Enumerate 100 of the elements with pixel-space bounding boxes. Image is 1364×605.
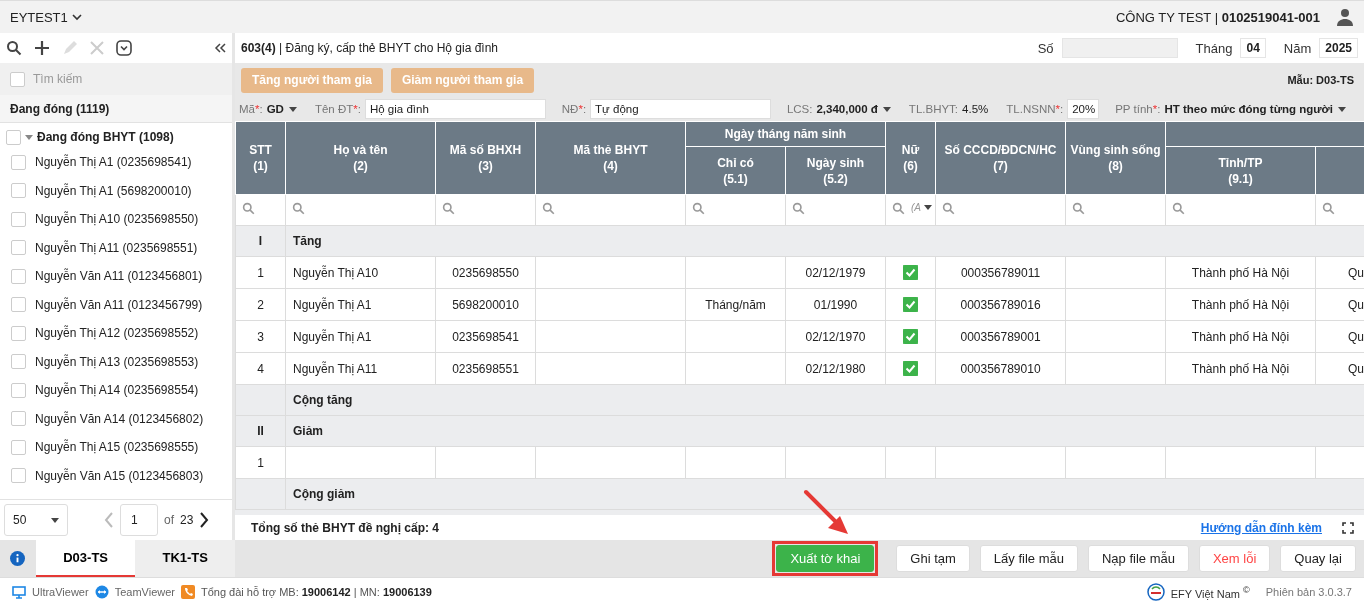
period-field[interactable]: 04 [1240, 38, 1266, 58]
page-count: 23 [180, 513, 194, 527]
caret-icon [51, 517, 59, 523]
checkbox[interactable] [11, 154, 26, 170]
chevron-icon [71, 13, 82, 21]
search-icon[interactable] [6, 40, 22, 56]
section-title: Tăng [293, 234, 322, 248]
tab[interactable]: D03-TS [35, 540, 136, 577]
checkbox[interactable] [903, 329, 918, 345]
logo-icon [1146, 583, 1165, 601]
checkbox[interactable] [11, 468, 26, 484]
column-header: Mã thẻ BHYT (4) [573, 143, 648, 173]
table-cell: 02/12/1980 [805, 361, 866, 376]
table-cell: 1 [257, 455, 264, 470]
form-title: 603(4) | Đăng ký, cấp thẻ BHYT cho Hộ gia đình [241, 41, 500, 55]
param-field[interactable]: 20% [1067, 99, 1100, 119]
checkbox[interactable] [11, 354, 26, 370]
action-button[interactable]: Ghi tạm [896, 545, 970, 572]
caret-icon [288, 106, 297, 112]
help-link[interactable]: Hướng dẫn đính kèm [1200, 520, 1322, 535]
param-label: Mã*: [239, 103, 263, 115]
period-field[interactable]: 2025 [1319, 38, 1358, 58]
tree-item[interactable]: Nguyễn Thị A11 (0235698551) [35, 240, 198, 255]
tree-item[interactable]: Nguyễn Thị A1 (0235698541) [35, 155, 192, 170]
section-number: II [257, 424, 264, 438]
table-cell: 2 [257, 297, 264, 312]
table-cell: Nguyễn Thị A1 [293, 297, 372, 312]
group-title: Đang đóng (1119) [10, 101, 110, 116]
tab[interactable]: TK1-TS [135, 540, 235, 577]
account-menu[interactable]: EYTEST1 [10, 9, 82, 25]
next-icon[interactable] [199, 512, 210, 528]
checkbox[interactable] [11, 411, 26, 427]
tree-item[interactable]: Nguyễn Thị A1 (5698200010) [35, 183, 192, 198]
period-label: Năm [1283, 40, 1312, 56]
collapse-icon[interactable] [214, 43, 226, 53]
table-cell: Nguyễn Thị A1 [293, 329, 372, 344]
table-cell: Thành phố Hà Nội [1191, 265, 1290, 280]
checkbox[interactable] [11, 297, 26, 313]
monitor-icon[interactable] [12, 585, 26, 599]
tool-link[interactable]: TeamViewer [114, 586, 175, 598]
checkbox[interactable] [11, 268, 26, 284]
param-field[interactable]: Tự động [590, 99, 771, 119]
table-cell: 0235698541 [452, 329, 519, 344]
checkbox[interactable] [903, 361, 918, 377]
number-field[interactable] [1061, 38, 1178, 58]
tree-item[interactable]: Nguyễn Thị A12 (0235698552) [35, 326, 199, 341]
action-button[interactable]: Nạp file mẫu [1087, 545, 1189, 572]
tree-item[interactable]: Nguyễn Văn A11 (0123456799) [35, 297, 203, 312]
param-select[interactable]: GD [266, 103, 297, 115]
info-icon[interactable] [10, 551, 26, 566]
checkbox[interactable] [11, 325, 26, 341]
close-icon[interactable] [90, 41, 104, 55]
arrows-icon[interactable] [94, 585, 109, 599]
page-size-select[interactable]: 50 [4, 504, 68, 536]
total-label: Cộng tăng [293, 393, 353, 407]
checkbox[interactable] [11, 439, 26, 455]
checkbox[interactable] [11, 211, 26, 227]
param-select[interactable]: HT theo mức đóng từng người [1164, 103, 1346, 115]
checkbox[interactable] [11, 382, 26, 398]
tree-item[interactable]: Nguyễn Thị A14 (0235698554) [35, 383, 199, 398]
tree-item[interactable]: Nguyễn Văn A15 (0123456803) [35, 468, 204, 483]
checkbox[interactable] [903, 297, 918, 313]
column-header: Mã số BHXH (3) [449, 143, 522, 173]
tree-item[interactable]: Đang đóng BHYT (1098) [37, 130, 174, 144]
checkbox[interactable] [11, 240, 26, 256]
summary-text: Tổng số thẻ BHYT đề nghị cấp: 4 [251, 520, 439, 535]
tree-item[interactable]: Nguyễn Văn A14 (0123456802) [35, 411, 204, 426]
param-field[interactable]: Hộ gia đình [364, 99, 546, 119]
action-button[interactable]: Quay lại [1280, 545, 1356, 572]
caret-icon [1338, 106, 1346, 112]
tree-item[interactable]: Nguyễn Thị A15 (0235698555) [35, 440, 199, 455]
checkbox[interactable] [903, 265, 918, 281]
checkbox[interactable] [10, 71, 25, 87]
column-group-header: Ngày tháng năm sinh [724, 127, 847, 141]
checkbox[interactable] [11, 183, 26, 199]
add-icon[interactable] [34, 40, 50, 56]
table-cell: Nguyễn Thị A10 [293, 265, 379, 280]
fullscreen-icon[interactable] [1342, 521, 1354, 534]
previous-icon[interactable] [104, 512, 114, 528]
phone-icon [181, 585, 195, 599]
tree-item[interactable]: Nguyễn Thị A13 (0235698553) [35, 354, 199, 369]
user-icon[interactable] [1336, 8, 1354, 26]
param-select[interactable]: 2,340,000 đ [816, 103, 891, 115]
action-button[interactable]: Xem lỗi [1198, 545, 1271, 572]
expand-icon[interactable] [25, 133, 33, 141]
tree-item[interactable]: Nguyễn Văn A11 (0123456801) [35, 269, 203, 284]
page-input[interactable]: 1 [120, 504, 158, 536]
table-cell: 02/12/1979 [805, 265, 866, 280]
checkbox[interactable] [6, 129, 21, 145]
table-cell: 0235698551 [452, 361, 519, 376]
tool-link[interactable]: UltraViewer [32, 586, 89, 598]
table-cell: 4 [257, 361, 264, 376]
page-of-label: of [164, 513, 174, 527]
tree-item[interactable]: Nguyễn Thị A10 (0235698550) [35, 212, 199, 227]
action-button[interactable]: Lấy file mẫu [979, 545, 1078, 572]
dropdown-icon[interactable] [116, 40, 132, 56]
column-header: STT (1) [249, 143, 272, 173]
brand-name: EFY Việt Nam $^{©}$ [1170, 584, 1250, 600]
param-label: LCS: [786, 103, 813, 115]
table-cell: Thành phố Hà Nội [1191, 361, 1290, 376]
